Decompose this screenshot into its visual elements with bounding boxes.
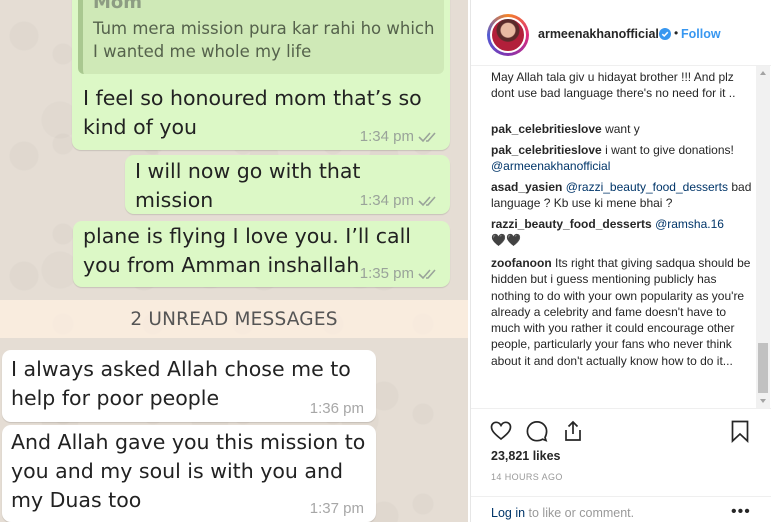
message-meta: 1:36 pm: [310, 400, 364, 417]
avatar[interactable]: [490, 17, 526, 53]
comment-username[interactable]: zoofanoon: [491, 256, 552, 270]
scrollbar-thumb[interactable]: [758, 343, 768, 393]
comment-text: 🖤🖤: [491, 233, 521, 248]
message-meta: 1:34 pm: [360, 128, 438, 145]
message-time: 1:35 pm: [359, 265, 414, 282]
reply-text: Tum mera mission pura kar rahi ho which …: [93, 19, 435, 61]
message-bubble-incoming: I always asked Allah chose me to help fo…: [2, 350, 376, 422]
reply-quote: Mom Tum mera mission pura kar rahi ho wh…: [78, 0, 444, 74]
message-bubble-outgoing: Mom Tum mera mission pura kar rahi ho wh…: [72, 0, 450, 150]
verified-badge-icon: [659, 28, 671, 40]
comment-item: May Allah tala giv u hidayat brother !!!…: [491, 69, 753, 102]
comment-icon[interactable]: [525, 419, 549, 443]
comment-item: razzi_beauty_food_desserts @ramsha.16 🖤🖤: [491, 216, 753, 249]
share-icon[interactable]: [561, 419, 585, 443]
post-actions: [471, 408, 771, 450]
message-text: I always asked Allah chose me to help fo…: [11, 357, 351, 410]
comment-text: Its right that giving sadqua should be h…: [491, 256, 751, 368]
comment-text: i want to give donations!: [605, 143, 734, 157]
login-prompt-text: to like or comment.: [525, 506, 635, 520]
message-meta: 1:35 pm: [360, 265, 438, 282]
comment-username[interactable]: razzi_beauty_food_desserts: [491, 217, 652, 231]
double-check-icon: [418, 195, 436, 206]
comment-mention[interactable]: @ramsha.16: [655, 217, 724, 231]
message-meta: 1:34 pm: [360, 192, 438, 209]
comment-mention[interactable]: @razzi_beauty_food_desserts: [566, 180, 728, 194]
username-link[interactable]: armeenakhanofficial: [538, 27, 659, 41]
separator-dot: •: [674, 26, 679, 40]
comment-text: want y: [605, 122, 640, 136]
likes-count[interactable]: 23,821 likes: [491, 449, 561, 463]
comment-username[interactable]: pak_celebritieslove: [491, 143, 602, 157]
heart-icon[interactable]: [489, 419, 513, 443]
message-bubble-outgoing: plane is flying I love you. I’ll call yo…: [73, 221, 450, 287]
comment-item: zoofanoon Its right that giving sadqua s…: [491, 255, 753, 369]
comment-username[interactable]: asad_yasien: [491, 180, 562, 194]
reply-author: Mom: [93, 0, 143, 13]
comment-item: pak_celebritieslove want y: [491, 121, 753, 137]
comment-footer: Log in to like or comment. •••: [471, 496, 771, 522]
unread-messages-banner: 2 UNREAD MESSAGES: [0, 300, 468, 338]
comment-item: asad_yasien @razzi_beauty_food_desserts …: [491, 179, 753, 212]
login-link[interactable]: Log in: [491, 506, 525, 520]
more-options-icon[interactable]: •••: [731, 503, 751, 521]
message-time: 1:36 pm: [309, 400, 364, 417]
follow-button[interactable]: Follow: [681, 27, 721, 41]
message-bubble-outgoing: I will now go with that mission 1:34 pm: [125, 155, 450, 214]
bookmark-icon[interactable]: [728, 419, 752, 443]
message-time: 1:34 pm: [359, 192, 414, 209]
story-ring[interactable]: [487, 14, 529, 56]
message-bubble-incoming: And Allah gave you this mission to you a…: [2, 425, 376, 522]
scroll-down-arrow-icon[interactable]: [756, 394, 770, 408]
message-time: 1:37 pm: [309, 500, 364, 517]
comments-scrollbar[interactable]: [756, 66, 770, 408]
comment-item: pak_celebritieslove i want to give donat…: [491, 142, 753, 175]
login-prompt: Log in to like or comment.: [491, 506, 634, 520]
double-check-icon: [418, 268, 436, 279]
comments-list: May Allah tala giv u hidayat brother !!!…: [491, 66, 757, 406]
comment-text: May Allah tala giv u hidayat brother !!!…: [491, 70, 736, 101]
instagram-post-panel: armeenakhanofficial • Follow May Allah t…: [470, 0, 771, 522]
message-time: 1:34 pm: [359, 128, 414, 145]
post-header: armeenakhanofficial • Follow: [471, 0, 771, 66]
message-meta: 1:37 pm: [310, 500, 364, 517]
double-check-icon: [418, 131, 436, 142]
post-timestamp[interactable]: 14 HOURS AGO: [491, 472, 563, 482]
chat-screenshot: Mom Tum mera mission pura kar rahi ho wh…: [0, 0, 468, 522]
comment-username[interactable]: pak_celebritieslove: [491, 122, 602, 136]
scroll-up-arrow-icon[interactable]: [756, 66, 770, 80]
comment-mention[interactable]: @armeenakhanofficial: [491, 159, 610, 173]
